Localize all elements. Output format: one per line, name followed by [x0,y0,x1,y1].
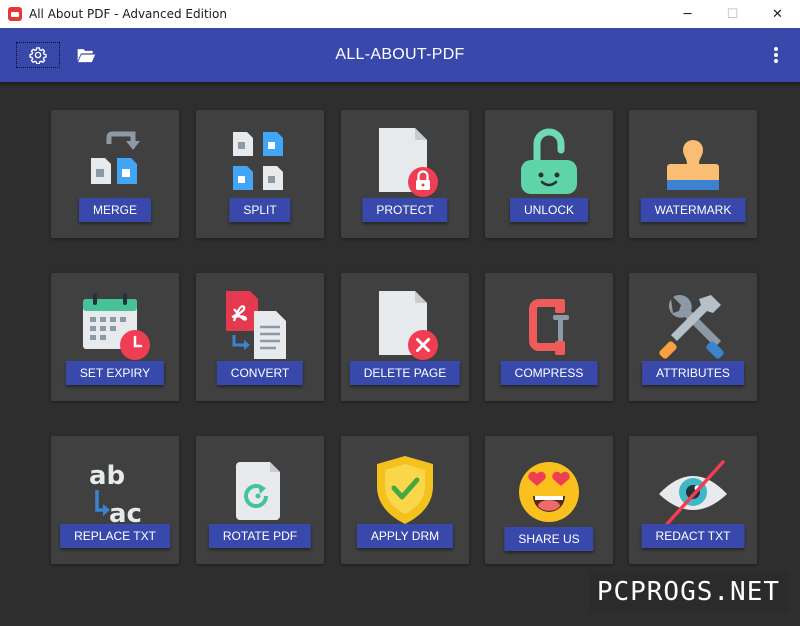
shield-check-icon [365,450,445,530]
tile-unlock[interactable]: UNLOCK [485,110,613,238]
rotate-icon [220,450,300,530]
tile-label: ROTATE PDF [208,524,312,548]
close-button[interactable]: ✕ [755,0,800,28]
stamp-icon [653,124,733,204]
calendar-clock-icon [75,287,155,367]
open-folder-button[interactable] [72,42,100,68]
tile-share-us[interactable]: SHARE US [485,436,613,564]
tile-label: UNLOCK [509,198,589,222]
tile-compress[interactable]: COMPRESS [485,273,613,401]
title-bar: All About PDF - Advanced Edition ─ ☐ ✕ [0,0,800,28]
tile-delete-page[interactable]: DELETE PAGE [341,273,469,401]
unlock-icon [509,124,589,204]
tile-protect[interactable]: PROTECT [341,110,469,238]
tile-replace-txt[interactable]: ab ac REPLACE TXT [51,436,179,564]
settings-button[interactable] [16,42,60,68]
maximize-button[interactable]: ☐ [710,0,755,28]
tile-label: SPLIT [229,198,291,222]
header-shadow [0,82,800,88]
convert-icon [220,287,300,367]
tile-label: COMPRESS [500,361,598,385]
tile-split[interactable]: SPLIT [196,110,324,238]
svg-text:ab: ab [89,461,125,491]
tile-label: MERGE [78,198,152,222]
heart-eyes-emoji-icon [509,450,589,530]
tile-label: WATERMARK [640,198,746,222]
tile-apply-drm[interactable]: APPLY DRM [341,436,469,564]
tools-icon [653,287,733,367]
more-menu-button[interactable] [768,42,784,68]
watermark: PCPROGS.NET [588,572,788,612]
app-header: ALL-ABOUT-PDF [0,28,800,82]
gear-icon [29,47,47,64]
merge-icon [75,124,155,204]
tile-label: CONVERT [216,361,304,385]
tile-watermark[interactable]: WATERMARK [629,110,757,238]
more-vert-icon [774,47,778,63]
minimize-button[interactable]: ─ [665,0,710,28]
clamp-icon [509,287,589,367]
tile-label: SET EXPIRY [65,361,165,385]
app-title: ALL-ABOUT-PDF [335,46,465,63]
folder-open-icon [77,49,96,63]
eye-slash-icon [653,450,733,530]
split-icon [220,124,300,204]
window-controls: ─ ☐ ✕ [665,0,800,28]
tile-label: SHARE US [504,527,594,551]
tile-attributes[interactable]: ATTRIBUTES [629,273,757,401]
tile-convert[interactable]: CONVERT [196,273,324,401]
app-window: All About PDF - Advanced Edition ─ ☐ ✕ A… [0,0,800,626]
delete-page-icon [365,287,445,367]
tile-label: REPLACE TXT [60,524,170,548]
tile-label: ATTRIBUTES [642,361,744,385]
tile-label: APPLY DRM [356,524,454,548]
app-icon [8,7,22,21]
tile-label: PROTECT [362,198,448,222]
tile-merge[interactable]: MERGE [51,110,179,238]
tile-label: REDACT TXT [641,524,745,548]
protect-icon [365,124,445,204]
replace-text-icon: ab ac [75,450,155,530]
tile-rotate-pdf[interactable]: ROTATE PDF [196,436,324,564]
tile-set-expiry[interactable]: SET EXPIRY [51,273,179,401]
tile-label: DELETE PAGE [349,361,461,385]
window-title: All About PDF - Advanced Edition [29,7,227,21]
tile-redact-txt[interactable]: REDACT TXT [629,436,757,564]
